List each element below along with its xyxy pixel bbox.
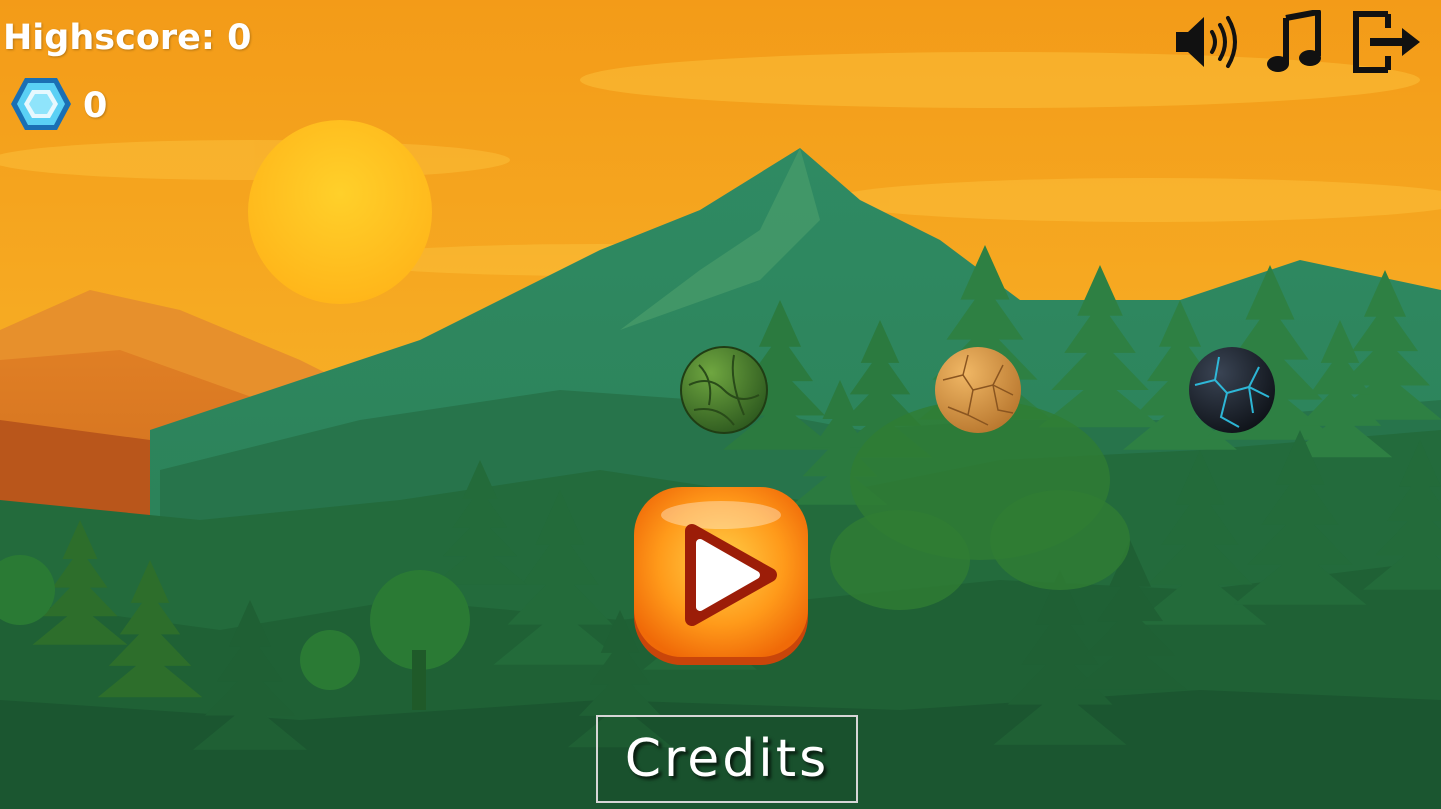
hexagon-gem-icon <box>11 78 71 130</box>
gem-count: 0 <box>83 86 108 126</box>
sand-ball[interactable] <box>933 345 1023 435</box>
speaker-volume-icon[interactable] <box>1172 12 1248 72</box>
leaf-ball[interactable] <box>679 345 769 435</box>
exit-door-icon[interactable] <box>1352 10 1422 74</box>
play-button[interactable] <box>628 485 814 671</box>
music-note-icon[interactable] <box>1266 10 1324 74</box>
lava-ball[interactable] <box>1187 345 1277 435</box>
credits-button[interactable]: Credits <box>596 715 858 803</box>
highscore-label: Highscore: 0 <box>3 18 252 58</box>
